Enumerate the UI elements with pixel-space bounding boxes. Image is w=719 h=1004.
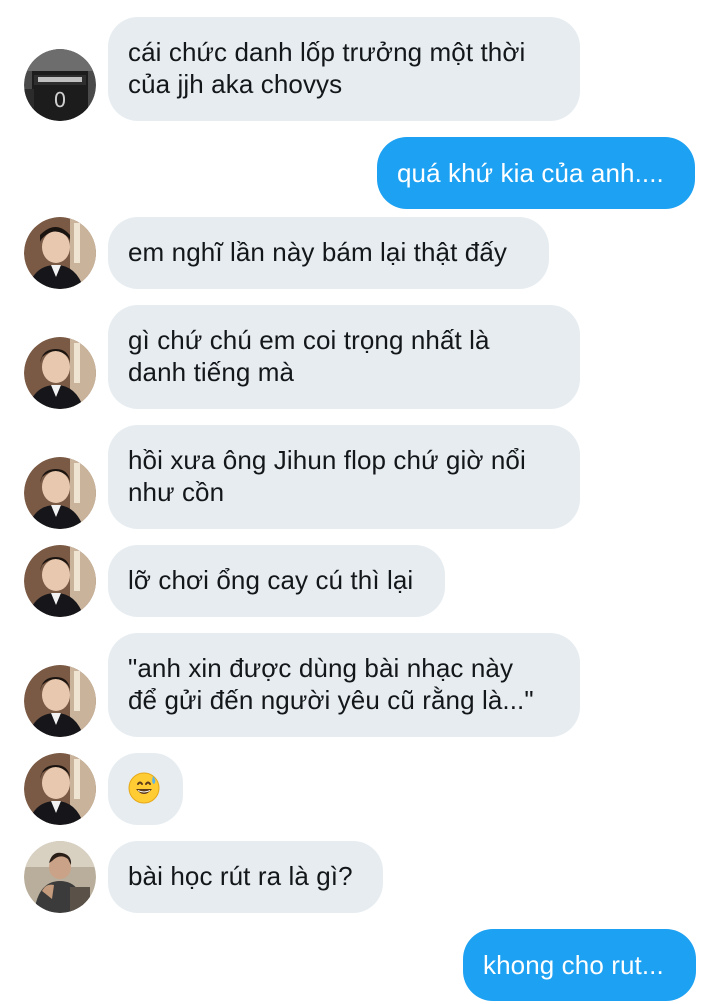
message-text-line: lỡ chơi ổng cay cú thì lại: [128, 565, 414, 595]
message-bubble[interactable]: khong cho rut...: [463, 929, 696, 1001]
message-text-line: như cồn: [128, 477, 225, 507]
message-bubble[interactable]: em nghĩ lần này bám lại thật đấy: [108, 217, 549, 289]
message-bubble[interactable]: [108, 753, 183, 825]
message-bubble[interactable]: cái chức danh lốp trưởng một thời của jj…: [108, 17, 580, 121]
message-bubble[interactable]: quá khứ kia của anh....: [377, 137, 695, 209]
suit-portrait-avatar[interactable]: [24, 457, 96, 529]
message-bubble[interactable]: gì chứ chú em coi trọng nhất là danh tiế…: [108, 305, 580, 409]
suit-portrait-avatar[interactable]: [24, 753, 96, 825]
message-text-line: gì chứ chú em coi trọng nhất là: [128, 325, 490, 355]
suit-portrait-avatar[interactable]: [24, 665, 96, 737]
grinning-face-with-sweat-emoji: [128, 772, 160, 804]
svg-text:0: 0: [54, 88, 67, 112]
message-text-line: bài học rút ra là gì?: [128, 861, 353, 891]
message-text-line: hồi xưa ông Jihun flop chứ giờ nổi: [128, 445, 526, 475]
message-text-line: để gửi đến người yêu cũ rằng là...": [128, 685, 534, 715]
message-text-line: quá khứ kia của anh....: [397, 158, 664, 188]
message-bubble[interactable]: bài học rút ra là gì?: [108, 841, 383, 913]
jersey-photo-avatar[interactable]: 0: [24, 49, 96, 121]
suit-portrait-avatar[interactable]: [24, 545, 96, 617]
message-bubble[interactable]: "anh xin được dùng bài nhạc này để gửi đ…: [108, 633, 580, 737]
suit-portrait-avatar[interactable]: [24, 217, 96, 289]
message-bubble[interactable]: hồi xưa ông Jihun flop chứ giờ nổi như c…: [108, 425, 580, 529]
street-photo-avatar[interactable]: [24, 841, 96, 913]
message-text-line: khong cho rut...: [483, 950, 664, 980]
message-text-line: danh tiếng mà: [128, 357, 295, 387]
suit-portrait-avatar[interactable]: [24, 337, 96, 409]
message-text-line: "anh xin được dùng bài nhạc này: [128, 653, 514, 683]
message-text-line: cái chức danh lốp trưởng một thời: [128, 37, 526, 67]
message-text-line: em nghĩ lần này bám lại thật đấy: [128, 237, 507, 267]
message-bubble[interactable]: lỡ chơi ổng cay cú thì lại: [108, 545, 445, 617]
message-text-line: của jjh aka chovys: [128, 69, 343, 99]
